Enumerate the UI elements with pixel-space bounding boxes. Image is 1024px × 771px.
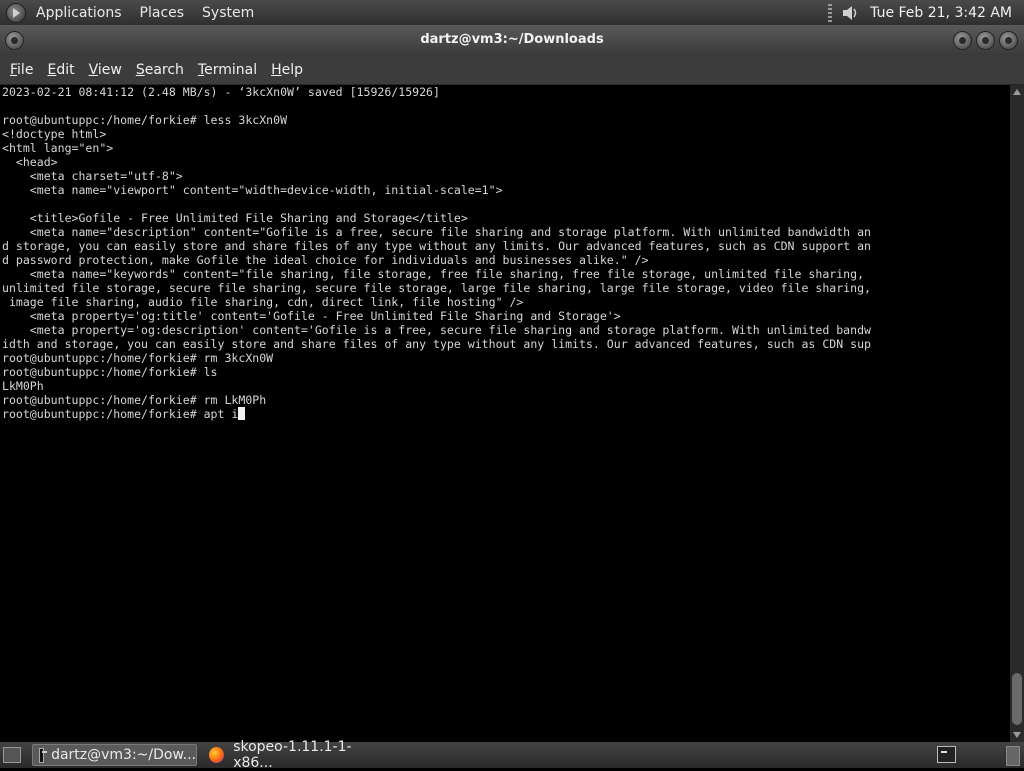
minimize-button[interactable] bbox=[953, 31, 972, 50]
scroll-down-arrow-icon[interactable] bbox=[1013, 732, 1021, 738]
gnome-foot-icon[interactable] bbox=[6, 2, 26, 23]
terminal-prompt-line[interactable]: root@ubuntuppc:/home/forkie# apt i bbox=[2, 407, 238, 421]
menu-view[interactable]: View bbox=[89, 62, 122, 78]
panel-clock[interactable]: Tue Feb 21, 3:42 AM bbox=[870, 5, 1012, 21]
menu-terminal[interactable]: Terminal bbox=[198, 62, 257, 78]
terminal-line: <title>Gofile - Free Unlimited File Shar… bbox=[2, 211, 468, 225]
menu-help[interactable]: Help bbox=[271, 62, 303, 78]
show-desktop-icon[interactable] bbox=[3, 747, 21, 763]
places-menu[interactable]: Places bbox=[140, 5, 185, 21]
panel-grip-handle[interactable] bbox=[828, 3, 833, 22]
taskbar-item-firefox[interactable]: skopeo-1.11.1-1-x86... bbox=[203, 739, 383, 771]
panel-tray: Tue Feb 21, 3:42 AM bbox=[828, 0, 1012, 25]
terminal-line: d storage, you can easily store and shar… bbox=[2, 239, 871, 253]
terminal-line: d password protection, make Gofile the i… bbox=[2, 253, 649, 267]
terminal-cursor bbox=[238, 407, 246, 420]
window-titlebar[interactable]: dartz@vm3:~/Downloads bbox=[0, 25, 1024, 55]
terminal-line: unlimited file storage, secure file shar… bbox=[2, 281, 871, 295]
speaker-volume-icon[interactable] bbox=[840, 3, 860, 23]
terminal-line: <head> bbox=[2, 155, 58, 169]
terminal-line: root@ubuntuppc:/home/forkie# ls bbox=[2, 365, 218, 379]
scrollbar-thumb[interactable] bbox=[1012, 673, 1022, 725]
terminal-scrollbar[interactable] bbox=[1010, 85, 1024, 742]
terminal-output: 2023-02-21 08:41:12 (2.48 MB/s) - ‘3kcXn… bbox=[0, 85, 1010, 421]
workspace-switcher[interactable] bbox=[1006, 746, 1020, 766]
scroll-up-arrow-icon[interactable] bbox=[1013, 89, 1021, 95]
taskbar-item-label: dartz@vm3:~/Dow... bbox=[51, 747, 196, 763]
terminal-line: root@ubuntuppc:/home/forkie# less 3kcXn0… bbox=[2, 113, 288, 127]
terminal-line: idth and storage, you can easily store a… bbox=[2, 337, 871, 351]
bottom-panel: dartz@vm3:~/Dow... skopeo-1.11.1-1-x86..… bbox=[0, 739, 1024, 771]
terminal-line: <meta name="keywords" content="file shar… bbox=[2, 267, 865, 281]
terminal-line: <meta name="description" content="Gofile… bbox=[2, 225, 871, 239]
workspace-terminal-icon[interactable] bbox=[937, 746, 956, 763]
menu-search[interactable]: Search bbox=[136, 62, 184, 78]
terminal-line: root@ubuntuppc:/home/forkie# rm LkM0Ph bbox=[2, 393, 267, 407]
menu-file[interactable]: File bbox=[10, 62, 33, 78]
terminal-line: 2023-02-21 08:41:12 (2.48 MB/s) - ‘3kcXn… bbox=[2, 85, 440, 99]
terminal-line: root@ubuntuppc:/home/forkie# rm 3kcXn0W bbox=[2, 351, 274, 365]
taskbar-item-terminal[interactable]: dartz@vm3:~/Dow... bbox=[32, 744, 197, 766]
terminal-line: <meta name="viewport" content="width=dev… bbox=[2, 183, 503, 197]
terminal-line: <!doctype html> bbox=[2, 127, 107, 141]
terminal-line: <html lang="en"> bbox=[2, 141, 114, 155]
close-button[interactable] bbox=[999, 31, 1018, 50]
system-menu[interactable]: System bbox=[202, 5, 254, 21]
taskbar-item-label: skopeo-1.11.1-1-x86... bbox=[233, 739, 352, 771]
terminal-line: image file sharing, audio file sharing, … bbox=[2, 295, 524, 309]
terminal-area[interactable]: 2023-02-21 08:41:12 (2.48 MB/s) - ‘3kcXn… bbox=[0, 85, 1010, 742]
maximize-button[interactable] bbox=[976, 31, 995, 50]
terminal-line: <meta property='og:title' content='Gofil… bbox=[2, 309, 621, 323]
terminal-line: LkM0Ph bbox=[2, 379, 44, 393]
terminal-line: <meta charset="utf-8"> bbox=[2, 169, 183, 183]
window-title: dartz@vm3:~/Downloads bbox=[420, 32, 604, 47]
top-panel: Applications Places System Tue Feb 21, 3… bbox=[0, 0, 1024, 25]
menu-edit[interactable]: Edit bbox=[47, 62, 74, 78]
terminal-menubar: File Edit View Search Terminal Help bbox=[0, 55, 1024, 85]
panel-menus: Applications Places System bbox=[6, 0, 272, 25]
terminal-icon bbox=[39, 747, 48, 763]
firefox-icon bbox=[209, 747, 225, 763]
terminal-line: <meta property='og:description' content=… bbox=[2, 323, 871, 337]
applications-menu[interactable]: Applications bbox=[36, 5, 122, 21]
